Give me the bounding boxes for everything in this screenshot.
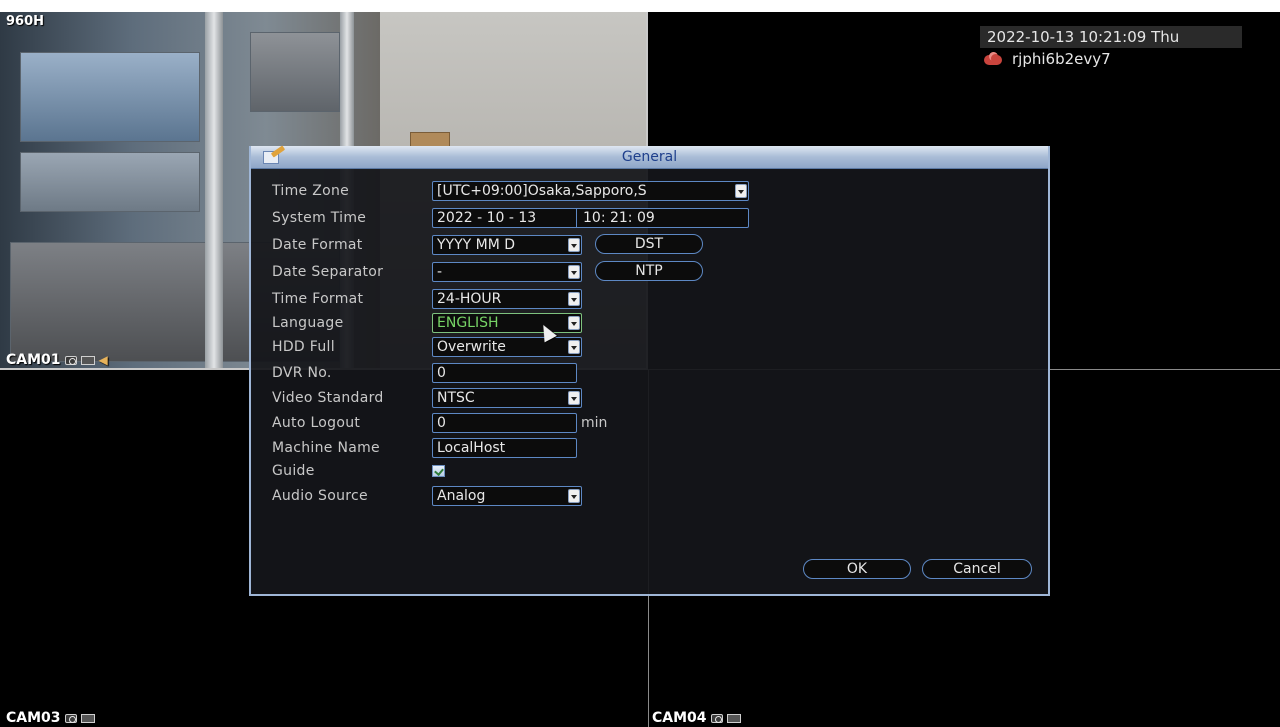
system-date-value[interactable]: 2022 - 10 - 13 [437,209,577,227]
machine-name-input[interactable]: LocalHost [432,438,577,458]
chevron-down-icon [568,489,580,503]
time-format-label: Time Format [272,291,364,307]
chevron-down-icon [568,316,580,330]
language-select[interactable]: ENGLISH [432,313,582,333]
row-video-standard: Video Standard NTSC [272,387,582,409]
date-format-label: Date Format [272,237,363,253]
motion-icon [710,713,723,723]
audio-source-label: Audio Source [272,488,368,504]
guide-checkbox[interactable] [432,465,445,477]
time-format-value: 24-HOUR [437,291,502,307]
video-standard-select[interactable]: NTSC [432,388,582,408]
cloud-icon [982,52,1004,66]
row-dvr-no: DVR No. 0 [272,362,577,384]
row-machine-name: Machine Name LocalHost [272,437,577,459]
record-icon [80,355,95,365]
hdd-full-select[interactable]: Overwrite [432,337,582,357]
language-label: Language [272,315,344,331]
system-time-value[interactable]: 10: 21: 09 [577,209,655,227]
date-separator-value: - [437,264,443,280]
hdd-full-label: HDD Full [272,339,335,355]
camera-name: CAM04 [652,710,707,726]
cancel-button[interactable]: Cancel [922,559,1032,579]
camera-name: CAM01 [6,352,61,368]
dvr-no-label: DVR No. [272,365,332,381]
device-id: rjphi6b2evy7 [982,50,1111,68]
system-time-label: System Time [272,210,367,226]
auto-logout-input[interactable]: 0 [432,413,577,433]
time-format-select[interactable]: 24-HOUR [432,289,582,309]
hdd-full-value: Overwrite [437,339,506,355]
time-zone-label: Time Zone [272,183,350,199]
time-zone-value: [UTC+09:00]Osaka,Sapporo,S [437,183,647,199]
row-date-separator: Date Separator - [272,261,582,283]
row-hdd-full: HDD Full Overwrite [272,336,582,358]
video-standard-value: NTSC [437,390,475,406]
motion-icon [64,355,77,365]
audio-source-select[interactable]: Analog [432,486,582,506]
motion-icon [64,713,77,723]
auto-logout-label: Auto Logout [272,415,361,431]
device-id-text: rjphi6b2evy7 [1012,50,1111,68]
chevron-down-icon [735,184,747,198]
record-icon [726,713,741,723]
chevron-down-icon [568,238,580,252]
row-time-zone: Time Zone [UTC+09:00]Osaka,Sapporo,S [272,180,749,202]
row-system-time: System Time 2022 - 10 - 13 10: 21: 09 [272,207,749,229]
dialog-titlebar[interactable]: General [251,145,1048,169]
audio-icon: ◀ [98,353,108,367]
ntp-button[interactable]: NTP [595,261,703,281]
camera-name: CAM03 [6,710,61,726]
dvr-no-input[interactable]: 0 [432,363,577,383]
machine-name-label: Machine Name [272,440,380,456]
system-time-field[interactable]: 2022 - 10 - 13 10: 21: 09 [432,208,749,228]
ok-button[interactable]: OK [803,559,911,579]
chevron-down-icon [568,292,580,306]
row-language: Language ENGLISH [272,312,582,334]
guide-label: Guide [272,463,315,479]
date-format-select[interactable]: YYYY MM D [432,235,582,255]
camera-label-cam04: CAM04 [652,710,741,726]
dialog-title: General [621,149,678,165]
row-date-format: Date Format YYYY MM D [272,234,582,256]
chevron-down-icon [568,340,580,354]
audio-source-value: Analog [437,488,486,504]
camera-label-cam01: CAM01 ◀ [6,352,108,368]
date-separator-label: Date Separator [272,264,384,280]
row-auto-logout: Auto Logout 0 min [272,412,607,434]
row-time-format: Time Format 24-HOUR [272,288,582,310]
camera-label-cam03: CAM03 [6,710,95,726]
resolution-label: 960H [6,14,45,29]
video-standard-label: Video Standard [272,390,384,406]
date-separator-select[interactable]: - [432,262,582,282]
time-zone-select[interactable]: [UTC+09:00]Osaka,Sapporo,S [432,181,749,201]
row-audio-source: Audio Source Analog [272,485,582,507]
auto-logout-unit: min [581,415,608,431]
general-settings-dialog: General Time Zone [UTC+09:00]Osaka,Sappo… [249,145,1050,596]
chevron-down-icon [568,265,580,279]
chevron-down-icon [568,391,580,405]
date-format-value: YYYY MM D [437,237,516,253]
top-strip [0,0,1280,12]
language-value: ENGLISH [437,315,499,331]
row-guide: Guide [272,460,445,482]
record-icon [80,713,95,723]
dst-button[interactable]: DST [595,234,703,254]
datetime-display: 2022-10-13 10:21:09 Thu [980,26,1242,48]
